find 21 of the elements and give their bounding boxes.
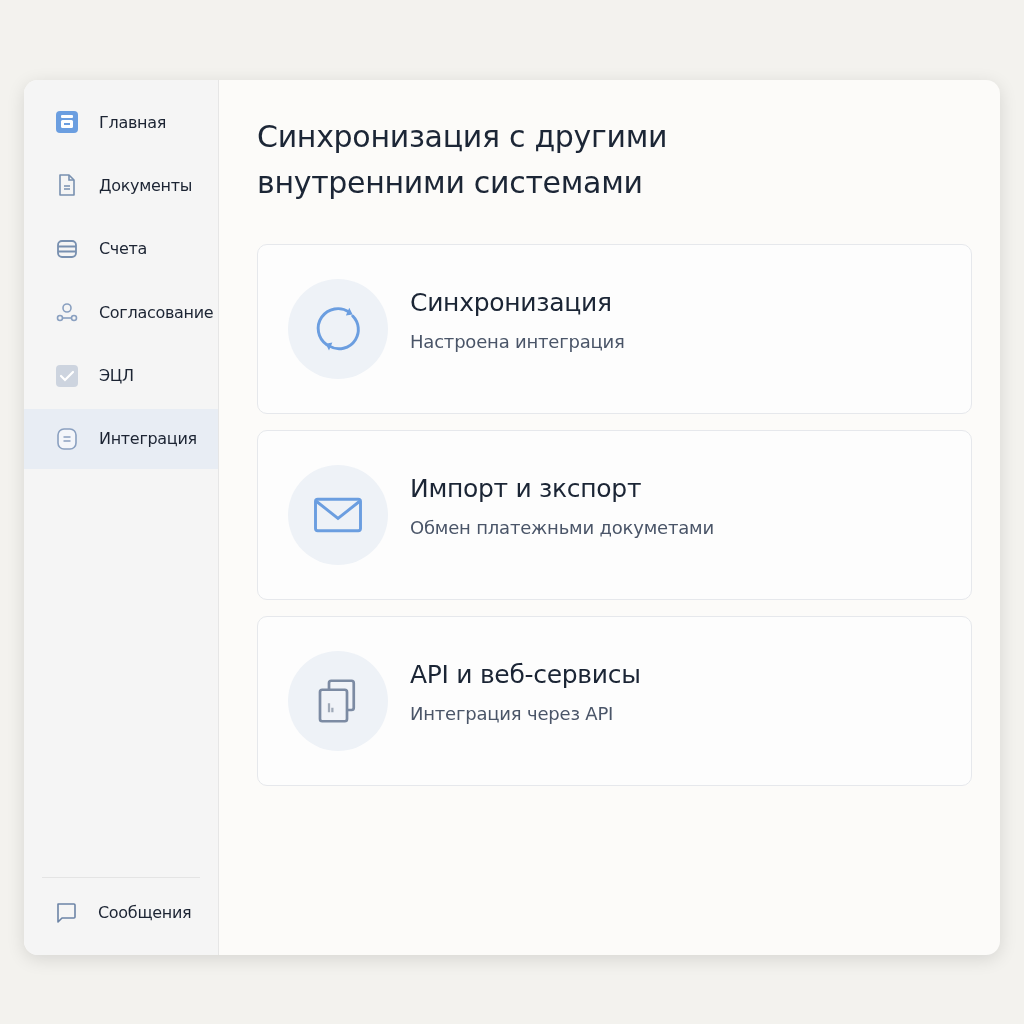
nav-item[interactable]: Интеграция xyxy=(24,408,218,469)
nav-item[interactable]: Счета xyxy=(24,218,218,279)
messages-link[interactable]: Сообщения xyxy=(42,877,200,948)
home-icon xyxy=(55,110,79,134)
page-title: Синхронизация с другими внутренними системами xyxy=(257,118,669,202)
card-subtitle: Интеграция через API xyxy=(410,703,615,724)
integration-card[interactable]: Синхронизация Настроена интеграция xyxy=(257,244,972,414)
note-icon xyxy=(55,426,79,451)
chat-icon xyxy=(54,900,78,925)
card-title: API и веб-сервисы xyxy=(410,660,641,689)
nav-item[interactable]: ЭЦЛ xyxy=(24,345,218,406)
integration-card[interactable]: API и веб-сервисы Интеграция через API xyxy=(257,616,972,786)
card-subtitle: Настроена интеграция xyxy=(410,331,625,352)
card-title: Импорт и зкспорт xyxy=(410,474,643,503)
nav-item[interactable]: Главная xyxy=(24,92,218,152)
checkbox-icon xyxy=(55,363,79,388)
integration-card[interactable]: Импорт и зкспорт Обмен платежньми докуметами xyxy=(257,430,972,600)
nav-item[interactable]: Согласование xyxy=(24,282,218,343)
nav-item[interactable]: Документы xyxy=(24,155,218,216)
card-subtitle: Обмен платежньми докуметами xyxy=(410,517,714,538)
card-title: Синхронизация xyxy=(410,288,613,317)
